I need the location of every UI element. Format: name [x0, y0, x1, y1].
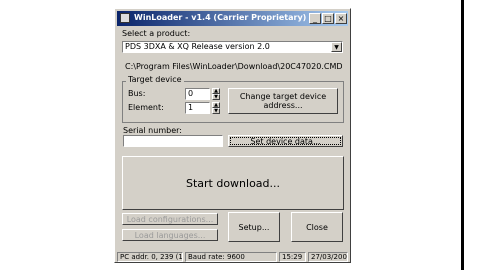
status-date: 27/03/2006 [308, 252, 348, 262]
change-target-address-button[interactable]: Change target device address... [228, 88, 338, 114]
status-time: 15:29 [279, 252, 306, 262]
product-dropdown[interactable]: PDS 3DXA & XQ Release version 2.0 [122, 41, 343, 53]
product-dropdown-arrow-icon[interactable]: ▼ [331, 42, 342, 52]
set-device-data-button[interactable]: Set device data... [228, 135, 343, 147]
element-spinner[interactable]: ▲ ▼ [212, 102, 220, 114]
select-product-label: Select a product: [122, 29, 191, 38]
winloader-window: WinLoader - v1.4 (Carrier Proprietary) _… [114, 8, 351, 263]
element-input[interactable]: 1 [185, 102, 210, 114]
bus-input[interactable]: 0 [185, 88, 210, 100]
minimize-button[interactable]: _ [309, 13, 321, 24]
element-value: 1 [188, 103, 194, 112]
bus-label: Bus: [128, 89, 146, 98]
title-bar[interactable]: WinLoader - v1.4 (Carrier Proprietary) _… [117, 11, 348, 26]
element-label: Element: [128, 103, 164, 112]
serial-number-input[interactable] [123, 135, 223, 147]
load-languages-button[interactable]: Load languages... [122, 229, 218, 241]
window-title: WinLoader - v1.4 (Carrier Proprietary) [134, 13, 307, 22]
product-file-path: C:\Program Files\WinLoader\Download\20C4… [125, 62, 343, 71]
serial-number-label: Serial number: [123, 126, 182, 135]
product-selected-value: PDS 3DXA & XQ Release version 2.0 [125, 42, 270, 51]
close-button[interactable]: Close [291, 212, 343, 242]
close-window-button[interactable]: × [335, 13, 347, 24]
bus-value: 0 [188, 89, 194, 98]
status-baud-rate: Baud rate: 9600 [185, 252, 277, 262]
start-download-button[interactable]: Start download... [122, 156, 344, 210]
app-icon [120, 13, 130, 23]
black-border-bar [461, 0, 464, 270]
status-pc-address: PC addr. 0, 239 (1) [117, 252, 183, 262]
bus-spinner[interactable]: ▲ ▼ [212, 88, 220, 100]
setup-button[interactable]: Setup... [228, 212, 280, 242]
load-configurations-button[interactable]: Load configurations... [122, 213, 218, 225]
target-device-label: Target device [126, 75, 184, 84]
maximize-button[interactable]: □ [322, 13, 334, 24]
